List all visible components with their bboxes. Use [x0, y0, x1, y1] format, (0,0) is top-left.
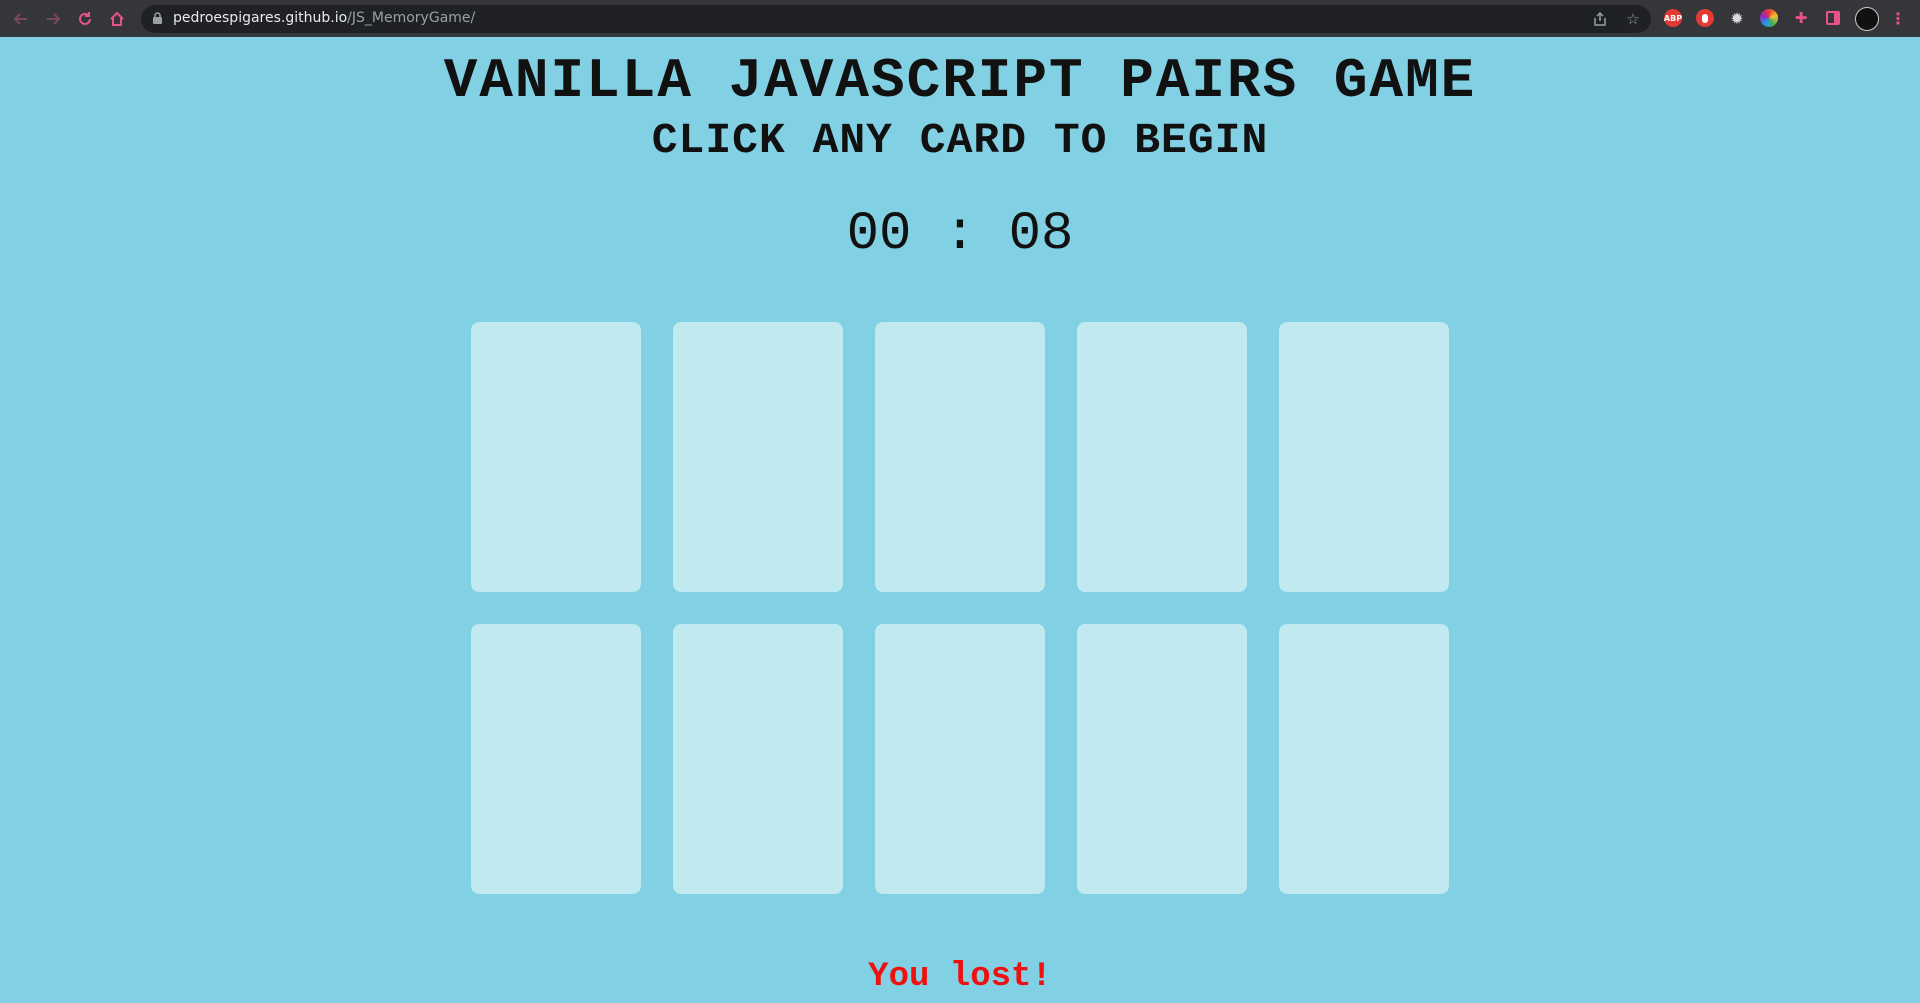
- reload-icon[interactable]: [72, 6, 98, 32]
- url-host: pedroespigares.github.io: [173, 10, 348, 26]
- url-text[interactable]: pedroespigares.github.io/JS_MemoryGame/: [173, 10, 475, 26]
- memory-card[interactable]: [673, 624, 843, 894]
- memory-card[interactable]: [673, 322, 843, 592]
- game-result-message: You lost!: [868, 958, 1052, 996]
- side-panel-icon[interactable]: [1824, 9, 1842, 27]
- home-icon[interactable]: [104, 6, 130, 32]
- browser-toolbar: pedroespigares.github.io/JS_MemoryGame/ …: [0, 0, 1920, 37]
- memory-card[interactable]: [1279, 322, 1449, 592]
- forward-arrow-icon[interactable]: [40, 6, 66, 32]
- game-timer: 00 : 08: [846, 204, 1074, 265]
- profile-avatar[interactable]: [1855, 7, 1879, 31]
- memory-card[interactable]: [1077, 322, 1247, 592]
- card-grid: [471, 322, 1451, 894]
- back-arrow-icon[interactable]: [8, 6, 34, 32]
- memory-card[interactable]: [875, 322, 1045, 592]
- hand-extension-icon[interactable]: [1696, 9, 1714, 27]
- url-path: /JS_MemoryGame/: [347, 10, 476, 26]
- memory-card[interactable]: [471, 322, 641, 592]
- puzzle-extensions-icon[interactable]: ✚: [1792, 9, 1810, 27]
- share-icon[interactable]: [1591, 10, 1609, 28]
- gear-extension-icon[interactable]: ✹: [1728, 9, 1746, 28]
- page-title: VANILLA JAVASCRIPT PAIRS GAME: [443, 49, 1477, 113]
- memory-card[interactable]: [471, 624, 641, 894]
- memory-card[interactable]: [1077, 624, 1247, 894]
- game-page: VANILLA JAVASCRIPT PAIRS GAME CLICK ANY …: [0, 37, 1920, 1003]
- memory-card[interactable]: [875, 624, 1045, 894]
- lock-icon: [153, 12, 162, 24]
- memory-card[interactable]: [1279, 624, 1449, 894]
- adblock-plus-icon[interactable]: ABP: [1664, 9, 1682, 27]
- bookmark-star-icon[interactable]: ☆: [1624, 10, 1642, 28]
- address-bar[interactable]: pedroespigares.github.io/JS_MemoryGame/ …: [141, 5, 1651, 33]
- page-subtitle: CLICK ANY CARD TO BEGIN: [651, 116, 1269, 165]
- color-wheel-extension-icon[interactable]: [1760, 9, 1778, 27]
- kebab-menu-icon[interactable]: ⋮: [1889, 9, 1907, 28]
